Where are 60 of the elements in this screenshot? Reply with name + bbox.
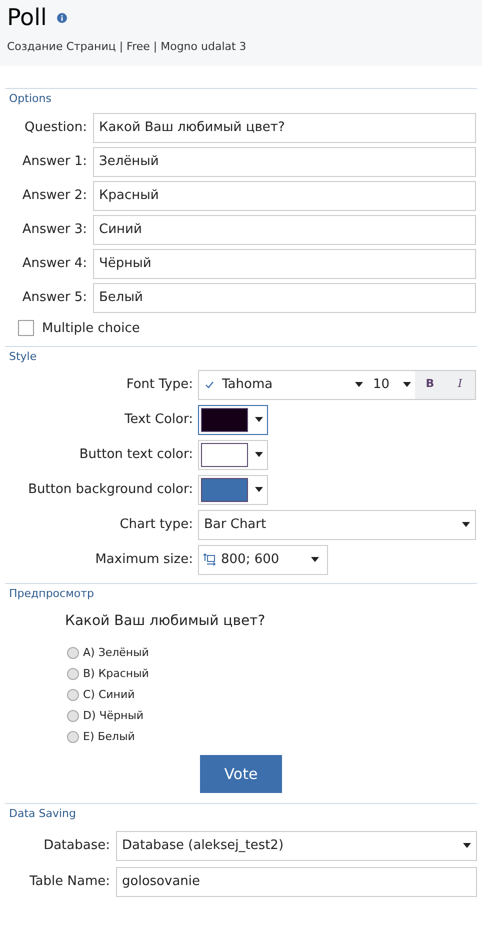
answer-label: C) Синий [83,687,135,703]
caret-icon [255,487,263,492]
input-field[interactable]: Красный [93,180,476,210]
poll-question: Какой Ваш любимый цвет? [64,612,266,631]
italic-button[interactable]: I [445,370,475,398]
answer-label: A) Зелёный [83,645,149,661]
caret-icon [355,382,363,387]
caret-icon [255,452,263,457]
checkbox[interactable] [18,320,34,336]
section-heading: Предпросмотр [8,586,95,602]
input-field[interactable]: Чёрный [93,248,476,278]
field-label: Answer 2: [21,186,88,205]
field-label: Chart type: [118,516,194,534]
section-heading: Style [8,349,38,365]
page-subtitle: Создание Страниц | Free | Mogno udalat 3 [7,39,248,55]
checkbox-label: Multiple choice [42,320,140,338]
input-field[interactable]: Синий [93,214,476,244]
radio-button[interactable] [67,688,79,700]
caret-icon [311,557,319,562]
field-label: Answer 4: [21,254,88,273]
field-label: Maximum size: [94,550,194,569]
chart-type-dropdown[interactable]: Bar Chart [198,510,476,540]
field-label: Answer 1: [21,152,88,171]
field-label: Table Name: [28,872,111,891]
field-label: Question: [23,118,88,137]
field-label: Button text color: [78,446,194,464]
answer-label: E) Белый [83,729,135,745]
section-heading: Options [8,91,52,107]
answer-label: B) Красный [83,666,149,682]
field-label: Answer 5: [21,288,88,307]
input-field[interactable]: Белый [93,282,476,312]
font-size-dropdown[interactable]: 10 [369,370,415,398]
vote-button[interactable]: Vote [200,755,282,793]
caret-icon [403,382,411,387]
caret-icon [255,417,263,422]
radio-button[interactable] [67,710,79,722]
field-label: Answer 3: [21,220,88,239]
color-picker[interactable] [198,404,268,434]
font-family-dropdown[interactable]: Tahoma [199,370,369,398]
resize-icon [203,553,216,566]
field-label: Database: [42,836,111,855]
answer-label: D) Чёрный [83,708,144,724]
input-field[interactable]: golosovanie [116,866,477,896]
input-field[interactable]: Зелёный [93,146,476,176]
section-heading: Data Saving [8,806,78,822]
database-dropdown[interactable]: Database (aleksej_test2) [116,830,477,860]
radio-button[interactable] [67,668,79,680]
page-title: Poll [7,4,47,33]
field-label: Text Color: [123,410,194,429]
info-icon[interactable] [56,13,67,23]
size-dropdown[interactable]: 800; 600 [198,544,328,574]
field-label: Button background color: [27,480,194,499]
field-label: Font Type: [125,376,194,394]
caret-icon [463,843,471,848]
input-field[interactable]: Какой Ваш любимый цвет? [93,112,476,142]
bold-button[interactable]: B [415,370,445,398]
radio-button[interactable] [67,646,79,658]
check-icon [205,380,214,388]
caret-icon [462,522,470,527]
radio-button[interactable] [67,730,79,742]
